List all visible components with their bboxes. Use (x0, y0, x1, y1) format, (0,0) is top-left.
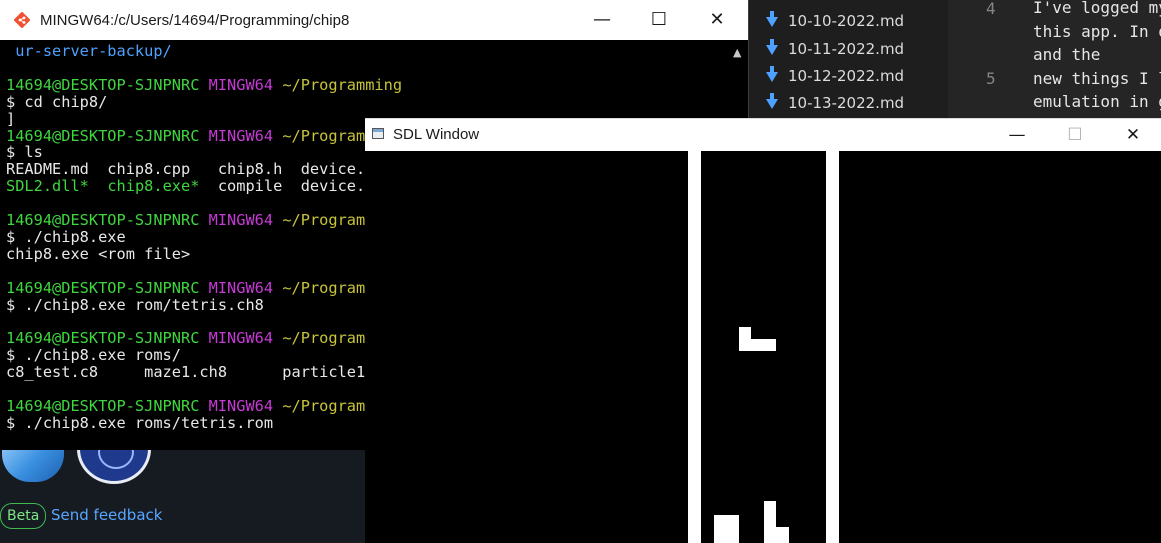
download-arrow-icon (766, 65, 778, 82)
prompt-host: MINGW64 (208, 75, 274, 94)
falling-piece (739, 339, 776, 351)
editor-line: this app. In o (1033, 22, 1161, 41)
prompt-path: ~/Programming (282, 75, 403, 94)
beta-badge: Beta (0, 503, 47, 529)
output-line: c8_test.c8 maze1.ch8 particle1.ch8 (6, 363, 403, 382)
file-item[interactable]: 10-11-2022.md (766, 36, 904, 62)
output-line: ur-server-backup/ (6, 42, 172, 60)
file-item[interactable]: 10-10-2022.md (766, 8, 904, 34)
prompt-host: MINGW64 (208, 329, 274, 348)
sdl-window[interactable]: SDL Window — ☐ ✕ (365, 118, 1161, 543)
command-line: ] (6, 109, 16, 128)
editor-line: new things I l (1033, 69, 1161, 88)
git-bash-icon (14, 12, 30, 28)
terminal-titlebar[interactable]: MINGW64:/c/Users/14694/Programming/chip8… (0, 0, 748, 40)
terminal-title: MINGW64:/c/Users/14694/Programming/chip8 (40, 12, 350, 29)
minimize-button[interactable]: — (988, 119, 1046, 151)
prompt-host: MINGW64 (208, 396, 274, 415)
file-item[interactable]: 10-13-2022.md (766, 90, 904, 116)
download-arrow-icon (766, 38, 778, 55)
prompt-line: 14694@DESKTOP-SJNPNRC MINGW64 ~/Programm… (6, 75, 403, 94)
command-line: $ ./chip8.exe roms/ (6, 346, 181, 365)
stacked-block (714, 515, 739, 543)
close-button[interactable]: ✕ (1104, 119, 1161, 151)
file-item[interactable]: 10-12-2022.md (766, 63, 904, 89)
prompt-host: MINGW64 (208, 211, 274, 229)
window-icon (372, 128, 384, 139)
minimize-button[interactable]: — (573, 0, 631, 40)
file-list-pane: 10-10-2022.md 10-11-2022.md 10-12-2022.m… (748, 0, 948, 120)
output-line: SDL2.dll* chip8.exe* compile device.h (6, 177, 375, 196)
command-line: $ cd chip8/ (6, 92, 108, 111)
output-line: README.md chip8.cpp chip8.h device.cpp (6, 160, 393, 179)
sdl-titlebar[interactable]: SDL Window — ☐ ✕ (365, 119, 1161, 151)
line-number: 4 (986, 0, 996, 18)
output-line: chip8.exe <rom file> (6, 244, 191, 263)
editor-line: emulation in g (1033, 92, 1161, 111)
line-number: 5 (986, 69, 996, 88)
scroll-up-arrow-icon[interactable]: ▲ (733, 46, 741, 59)
prompt-host: MINGW64 (208, 126, 274, 145)
prompt-user: 14694@DESKTOP-SJNPNRC (6, 329, 200, 348)
close-button[interactable]: ✕ (688, 0, 746, 40)
editor-line: and the (1033, 45, 1101, 64)
prompt-user: 14694@DESKTOP-SJNPNRC (6, 126, 200, 145)
editor-line: I've logged my (1033, 0, 1161, 17)
sdl-title: SDL Window (393, 126, 480, 143)
prompt-user: 14694@DESKTOP-SJNPNRC (6, 278, 200, 297)
command-line: $ ./chip8.exe rom/tetris.ch8 (6, 295, 264, 314)
prompt-user: 14694@DESKTOP-SJNPNRC (6, 75, 200, 94)
send-feedback-link[interactable]: Send feedback (51, 505, 162, 525)
prompt-host: MINGW64 (208, 278, 274, 297)
download-arrow-icon (766, 92, 778, 109)
prompt-user: 14694@DESKTOP-SJNPNRC (6, 396, 200, 415)
maximize-button[interactable]: ☐ (630, 0, 688, 40)
prompt-user: 14694@DESKTOP-SJNPNRC (6, 211, 200, 229)
command-line: $ ./chip8.exe (6, 227, 126, 246)
right-wall (826, 151, 839, 543)
editor-pane[interactable]: 4 5 I've logged my this app. In o and th… (948, 0, 1161, 120)
stacked-block (764, 527, 789, 543)
left-wall (688, 151, 701, 543)
command-line: $ ls (6, 143, 43, 162)
command-line: $ ./chip8.exe roms/tetris.rom (6, 413, 274, 432)
tetris-game-canvas[interactable] (365, 151, 1161, 543)
maximize-button[interactable]: ☐ (1046, 119, 1104, 151)
download-arrow-icon (766, 10, 778, 27)
